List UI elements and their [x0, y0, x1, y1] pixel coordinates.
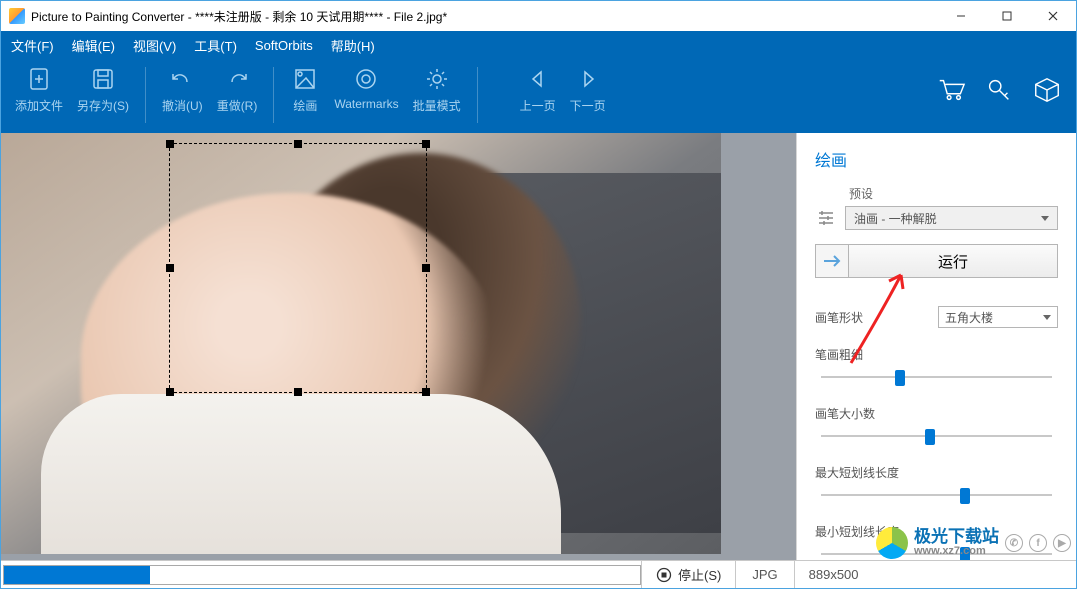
preset-label: 预设 [815, 185, 1058, 202]
resize-handle[interactable] [166, 264, 174, 272]
undo-label: 撤消(U) [162, 97, 203, 114]
brush-thickness-slider[interactable] [821, 367, 1052, 387]
watermark-logo-icon [876, 527, 908, 559]
save-icon [89, 65, 117, 93]
workarea: 绘画 预设 油画 - 一种解脱 运行 画笔形状 五角大楼 笔画粗细 画笔大小数 [1, 133, 1076, 560]
save-as-label: 另存为(S) [77, 97, 129, 114]
brush-size-label: 画笔大小数 [815, 407, 875, 421]
max-stroke-slider[interactable] [821, 485, 1052, 505]
redo-icon [223, 65, 251, 93]
preset-dropdown[interactable]: 油画 - 一种解脱 [845, 206, 1058, 230]
batch-button[interactable]: 批量模式 [409, 63, 465, 116]
panel-title: 绘画 [815, 147, 1058, 171]
watermarks-button[interactable]: Watermarks [330, 63, 402, 113]
max-stroke-label: 最大短划线长度 [815, 466, 899, 480]
menu-view[interactable]: 视图(V) [133, 36, 176, 55]
watermark-line2: www.xz7.com [914, 545, 999, 557]
batch-icon [423, 65, 451, 93]
brush-shape-label: 画笔形状 [815, 309, 863, 326]
painting-icon [291, 65, 319, 93]
toolbar: 添加文件 另存为(S) 撤消(U) 重做(R) 绘画 Watermarks 批量… [1, 59, 1076, 133]
menu-softorbits[interactable]: SoftOrbits [255, 38, 313, 53]
brush-shape-value: 五角大楼 [945, 309, 993, 326]
undo-icon [168, 65, 196, 93]
arrow-right-icon [574, 65, 602, 93]
app-icon [9, 8, 25, 24]
stop-label: 停止(S) [678, 565, 721, 584]
resize-handle[interactable] [422, 388, 430, 396]
resize-handle[interactable] [422, 264, 430, 272]
menu-edit[interactable]: 编辑(E) [72, 36, 115, 55]
brush-size-slider[interactable] [821, 426, 1052, 446]
site-watermark: 极光下载站 www.xz7.com ✆f▶ [876, 527, 1071, 559]
save-as-button[interactable]: 另存为(S) [73, 63, 133, 116]
redo-button[interactable]: 重做(R) [213, 63, 262, 116]
brush-thickness-label: 笔画粗细 [815, 348, 863, 362]
painting-button[interactable]: 绘画 [286, 63, 324, 116]
stop-icon [656, 567, 672, 583]
add-file-label: 添加文件 [15, 97, 63, 114]
window-titlebar: Picture to Painting Converter - ****未注册版… [1, 1, 1076, 31]
menu-help[interactable]: 帮助(H) [331, 36, 375, 55]
statusbar: 停止(S) JPG 889x500 [1, 560, 1076, 588]
format-indicator: JPG [736, 561, 794, 588]
dimensions-indicator: 889x500 [795, 561, 873, 588]
close-button[interactable] [1030, 1, 1076, 31]
resize-handle[interactable] [166, 140, 174, 148]
resize-handle[interactable] [294, 388, 302, 396]
stop-button[interactable]: 停止(S) [641, 561, 736, 588]
window-title: Picture to Painting Converter - ****未注册版… [31, 8, 938, 25]
package-icon[interactable] [1032, 75, 1062, 108]
run-button[interactable]: 运行 [849, 244, 1058, 278]
sliders-icon[interactable] [815, 207, 837, 229]
separator [477, 67, 478, 123]
canvas-area[interactable] [1, 133, 796, 560]
selection-rectangle[interactable] [169, 143, 427, 393]
undo-button[interactable]: 撤消(U) [158, 63, 207, 116]
cart-icon[interactable] [936, 75, 966, 108]
brush-shape-dropdown[interactable]: 五角大楼 [938, 306, 1058, 328]
painting-label: 绘画 [293, 97, 317, 114]
run-arrow-icon[interactable] [815, 244, 849, 278]
menu-file[interactable]: 文件(F) [11, 36, 54, 55]
menubar: 文件(F) 编辑(E) 视图(V) 工具(T) SoftOrbits 帮助(H) [1, 31, 1076, 59]
watermark-icon [352, 65, 380, 93]
next-page-button[interactable]: 下一页 [566, 63, 610, 116]
menu-tools[interactable]: 工具(T) [194, 36, 237, 55]
resize-handle[interactable] [422, 140, 430, 148]
watermark-line1: 极光下载站 [914, 529, 999, 545]
key-icon[interactable] [984, 75, 1014, 108]
separator [273, 67, 274, 123]
watermark-social-icons: ✆f▶ [1005, 534, 1071, 552]
separator [145, 67, 146, 123]
prev-label: 上一页 [520, 97, 556, 114]
resize-handle[interactable] [166, 388, 174, 396]
preset-value: 油画 - 一种解脱 [854, 210, 937, 227]
next-label: 下一页 [570, 97, 606, 114]
maximize-button[interactable] [984, 1, 1030, 31]
arrow-left-icon [524, 65, 552, 93]
minimize-button[interactable] [938, 1, 984, 31]
batch-label: 批量模式 [413, 97, 461, 114]
resize-handle[interactable] [294, 140, 302, 148]
file-add-icon [25, 65, 53, 93]
progress-bar [3, 565, 641, 585]
side-panel: 绘画 预设 油画 - 一种解脱 运行 画笔形状 五角大楼 笔画粗细 画笔大小数 [796, 133, 1076, 560]
prev-page-button[interactable]: 上一页 [516, 63, 560, 116]
watermarks-label: Watermarks [334, 97, 398, 111]
redo-label: 重做(R) [217, 97, 258, 114]
add-file-button[interactable]: 添加文件 [11, 63, 67, 116]
